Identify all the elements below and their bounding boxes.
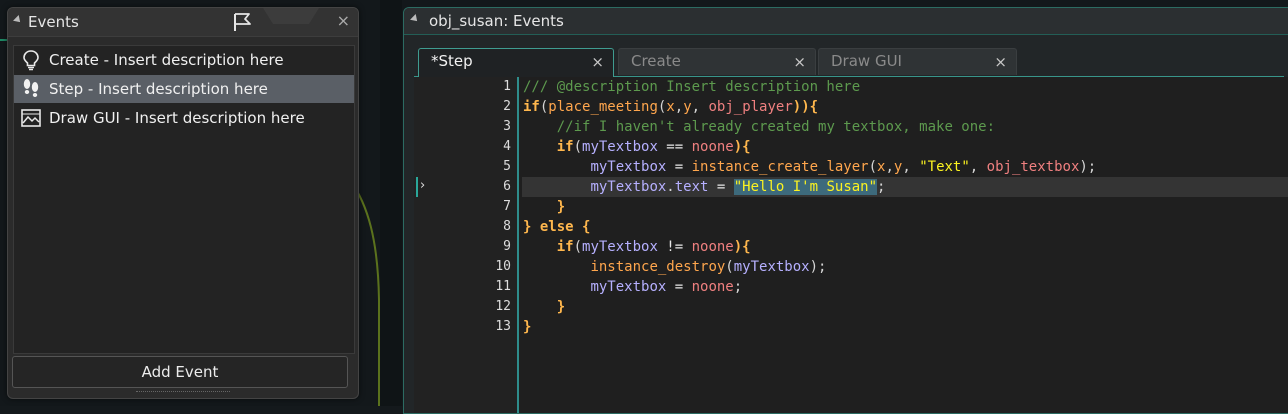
events-panel-header: Events × [8, 8, 358, 37]
tab-draw-gui-label: Draw GUI [831, 52, 902, 70]
add-event-button[interactable]: Add Event [12, 356, 348, 388]
code-line-8: } else { [523, 219, 591, 235]
code-line-3: //if I haven't already created my textbo… [556, 119, 996, 135]
picture-icon [21, 109, 41, 127]
event-label-draw-gui: Draw GUI - Insert description here [49, 109, 305, 127]
code-line-12: } [556, 299, 566, 315]
line-number: 1 [503, 79, 511, 94]
event-label-create: Create - Insert description here [49, 51, 284, 69]
code-line-5: myTextbox = instance_create_layer(x,y, "… [590, 159, 1097, 175]
header-notch [263, 8, 319, 24]
code-line-10: instance_destroy(myTextbox); [590, 259, 827, 275]
code-line-7: } [556, 199, 566, 215]
line-number: 5 [503, 159, 511, 174]
line-number: 10 [495, 259, 511, 274]
code-line-9: if(myTextbox != noone){ [556, 239, 751, 255]
footsteps-icon [23, 79, 39, 97]
line-number: 8 [503, 219, 511, 234]
line-number-gutter: 1 2 3 4 5 6 7 8 9 10 11 12 13 › [414, 77, 519, 413]
editor-tab-bar: *Step × Create × Draw GUI × [414, 46, 1284, 78]
lightbulb-icon [23, 50, 39, 71]
line-number: 3 [503, 119, 511, 134]
code-line-11: myTextbox = noone; [590, 279, 743, 295]
chevron-right-icon: › [420, 178, 426, 193]
events-panel: Events × Create - Insert description her… [7, 7, 359, 399]
resize-grip[interactable] [136, 391, 230, 396]
line-number: 12 [495, 299, 511, 314]
event-item-create[interactable]: Create - Insert description here [14, 46, 354, 74]
tab-step-close-button[interactable]: × [591, 53, 604, 71]
event-label-step: Step - Insert description here [49, 80, 268, 98]
line-number: 13 [495, 319, 511, 334]
editor-window-header: obj_susan: Events [404, 8, 1288, 35]
line-number: 2 [503, 99, 511, 114]
code-line-4: if(myTextbox == noone){ [556, 139, 751, 155]
editor-window-title: obj_susan: Events [429, 12, 564, 30]
code-editor-window: obj_susan: Events *Step × Create × Draw … [403, 7, 1288, 414]
code-line-1: /// @description Insert description here [523, 79, 861, 95]
line-number: 7 [503, 199, 511, 214]
tab-step-label: *Step [431, 52, 473, 70]
code-line-2: if(place_meeting(x,y, obj_player)){ [523, 99, 819, 115]
tab-create[interactable]: Create × [618, 48, 816, 75]
tab-draw-gui[interactable]: Draw GUI × [818, 48, 1017, 75]
flag-icon[interactable] [232, 12, 254, 32]
code-line-13: } [523, 319, 532, 335]
tab-draw-gui-close-button[interactable]: × [994, 53, 1007, 71]
code-line-6: myTextbox.text = "Hello I'm Susan"; [590, 179, 886, 195]
current-line-marker: › [416, 177, 428, 197]
event-item-step[interactable]: Step - Insert description here [14, 75, 354, 103]
tab-create-close-button[interactable]: × [793, 53, 806, 71]
line-number: 4 [503, 139, 511, 154]
code-editor[interactable]: 1 2 3 4 5 6 7 8 9 10 11 12 13 › /// @des… [414, 77, 1288, 413]
event-list: Create - Insert description here Step - … [13, 45, 355, 354]
line-number: 6 [503, 179, 511, 194]
events-panel-close-button[interactable]: × [337, 12, 350, 30]
tab-create-label: Create [631, 52, 681, 70]
event-item-draw-gui[interactable]: Draw GUI - Insert description here [14, 104, 354, 132]
selected-text: "Hello I'm Susan" [733, 179, 878, 195]
line-number: 11 [495, 279, 511, 294]
collapse-arrow-icon[interactable] [410, 14, 420, 24]
line-number: 9 [503, 239, 511, 254]
events-panel-title: Events [28, 13, 79, 31]
tab-step[interactable]: *Step × [418, 48, 614, 78]
collapse-arrow-icon[interactable] [13, 15, 23, 25]
